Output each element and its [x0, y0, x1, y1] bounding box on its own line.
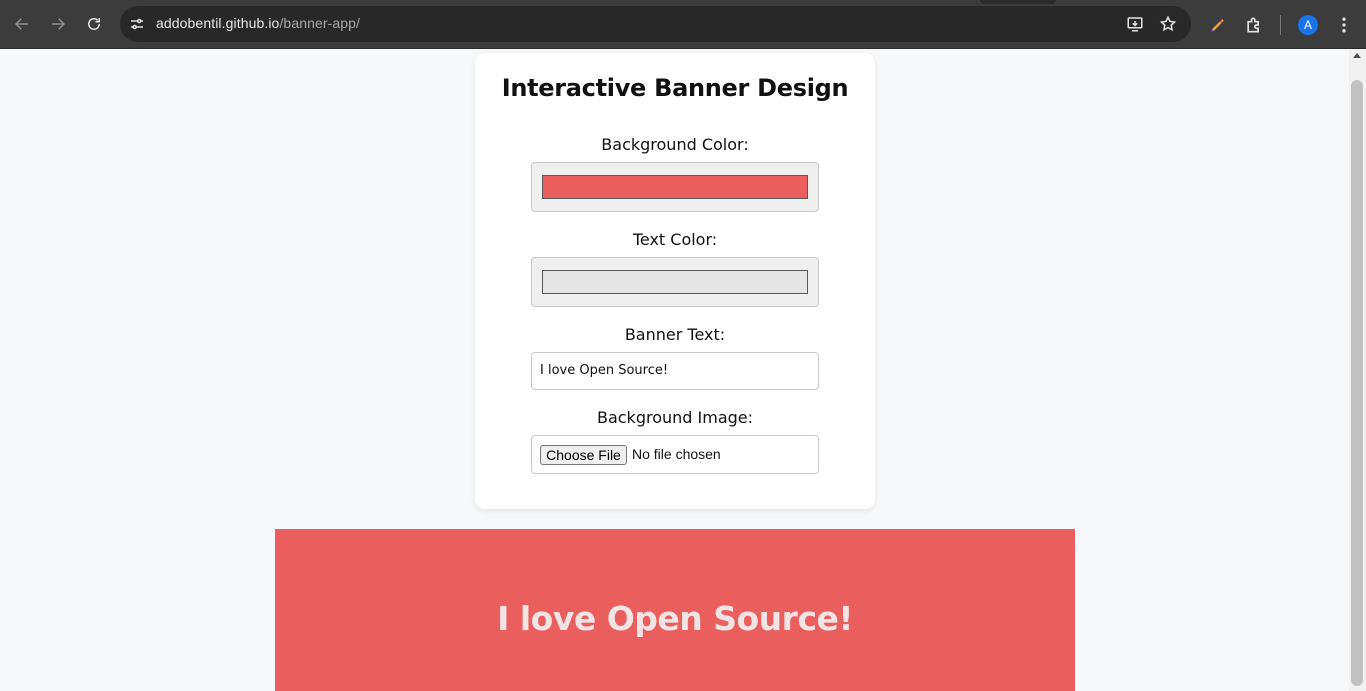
banner-text-label: Banner Text:: [624, 325, 726, 344]
url-host: addobentil.github.io: [156, 15, 280, 31]
background-color-picker[interactable]: [531, 162, 819, 212]
arrow-right-icon: [52, 18, 66, 30]
text-color-picker[interactable]: [531, 257, 819, 307]
text-color-label: Text Color:: [632, 230, 718, 249]
install-app-icon[interactable]: [1126, 15, 1144, 33]
forward-button[interactable]: [46, 12, 70, 36]
url-path: /banner-app/: [279, 15, 361, 31]
banner-settings-card: Interactive Banner Design Background Col…: [475, 53, 875, 509]
scroll-up-arrow[interactable]: [1353, 53, 1361, 58]
scroll-thumb[interactable]: [1351, 80, 1363, 686]
reload-button[interactable]: [82, 12, 106, 36]
page-title: Interactive Banner Design: [501, 74, 849, 102]
active-tab-edge: [980, 0, 1056, 4]
pen-icon[interactable]: [1208, 15, 1228, 35]
tune-icon[interactable]: [128, 15, 146, 33]
page-scrollbar[interactable]: [1349, 49, 1366, 691]
banner-text: I love Open Source!: [497, 599, 853, 638]
background-image-input[interactable]: Choose File No file chosen: [531, 435, 819, 474]
puzzle-icon[interactable]: [1244, 15, 1264, 35]
back-button[interactable]: [10, 12, 34, 36]
profile-avatar[interactable]: A: [1298, 15, 1318, 35]
background-color-swatch: [542, 175, 808, 199]
choose-file-button[interactable]: Choose File: [540, 445, 627, 465]
text-color-swatch: [542, 270, 808, 294]
kebab-menu-icon[interactable]: [1334, 15, 1354, 35]
browser-toolbar: addobentil.github.io/banner-app/ A: [0, 0, 1366, 49]
star-icon[interactable]: [1159, 15, 1177, 33]
banner-text-input[interactable]: I love Open Source!: [531, 352, 819, 390]
toolbar-separator: [1280, 15, 1281, 35]
background-color-label: Background Color:: [601, 135, 749, 154]
page-viewport: Interactive Banner Design Background Col…: [0, 49, 1349, 691]
background-image-label: Background Image:: [596, 408, 754, 427]
banner-preview: I love Open Source!: [275, 529, 1075, 691]
reload-icon: [88, 18, 100, 30]
arrow-left-icon: [14, 18, 28, 30]
file-status-text: No file chosen: [632, 446, 721, 462]
address-bar[interactable]: addobentil.github.io/banner-app/: [120, 6, 1191, 42]
url-text[interactable]: addobentil.github.io/banner-app/: [156, 15, 360, 31]
